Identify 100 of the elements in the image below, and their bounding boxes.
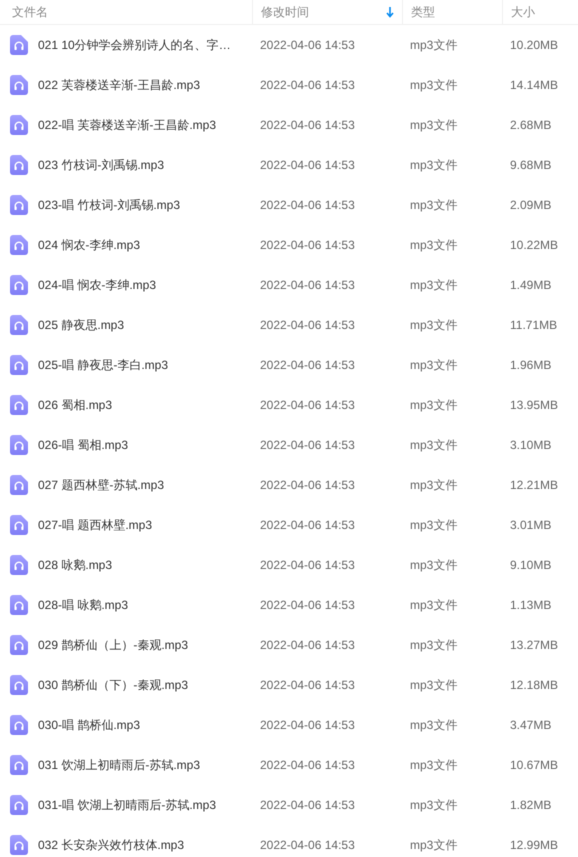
file-type: mp3文件 xyxy=(410,316,458,334)
audio-file-icon xyxy=(10,355,28,375)
file-size: 9.10MB xyxy=(510,558,552,572)
file-name[interactable]: 023 竹枝词-刘禹锡.mp3 xyxy=(38,156,164,174)
modified-time: 2022-04-06 14:53 xyxy=(260,678,355,692)
modified-time: 2022-04-06 14:53 xyxy=(260,438,355,452)
file-type: mp3文件 xyxy=(410,676,458,694)
modified-time: 2022-04-06 14:53 xyxy=(260,38,355,52)
file-type: mp3文件 xyxy=(410,796,458,814)
file-size: 3.47MB xyxy=(510,718,552,732)
modified-time: 2022-04-06 14:53 xyxy=(260,558,355,572)
file-name[interactable]: 026 蜀相.mp3 xyxy=(38,396,112,414)
file-type: mp3文件 xyxy=(410,196,458,214)
file-type: mp3文件 xyxy=(410,116,458,134)
file-type: mp3文件 xyxy=(410,76,458,94)
audio-file-icon xyxy=(10,635,28,655)
modified-time: 2022-04-06 14:53 xyxy=(260,598,355,612)
modified-time: 2022-04-06 14:53 xyxy=(260,838,355,852)
file-type: mp3文件 xyxy=(410,516,458,534)
file-name[interactable]: 025-唱 静夜思-李白.mp3 xyxy=(38,356,168,374)
audio-file-icon xyxy=(10,595,28,615)
file-name[interactable]: 024-唱 悯农-李绅.mp3 xyxy=(38,276,156,294)
modified-time: 2022-04-06 14:53 xyxy=(260,718,355,732)
file-size: 12.18MB xyxy=(510,678,558,692)
audio-file-icon xyxy=(10,275,28,295)
column-header[interactable]: 修改时间 xyxy=(252,0,402,24)
file-name[interactable]: 032 长安杂兴效竹枝体.mp3 xyxy=(38,836,184,854)
file-name[interactable]: 022-唱 芙蓉楼送辛渐-王昌龄.mp3 xyxy=(38,116,216,134)
audio-file-icon xyxy=(10,835,28,855)
file-type: mp3文件 xyxy=(410,636,458,654)
audio-file-icon xyxy=(10,715,28,735)
audio-file-icon xyxy=(10,115,28,135)
modified-time: 2022-04-06 14:53 xyxy=(260,638,355,652)
audio-file-icon xyxy=(10,555,28,575)
audio-file-icon xyxy=(10,795,28,815)
file-type: mp3文件 xyxy=(410,436,458,454)
file-size: 10.67MB xyxy=(510,758,558,772)
file-name[interactable]: 030 鹊桥仙（下）-秦观.mp3 xyxy=(38,676,188,694)
file-size: 12.99MB xyxy=(510,838,558,852)
audio-file-icon xyxy=(10,675,28,695)
audio-file-icon xyxy=(10,515,28,535)
file-name[interactable]: 028-唱 咏鹅.mp3 xyxy=(38,596,128,614)
modified-time: 2022-04-06 14:53 xyxy=(260,318,355,332)
column-header[interactable]: 类型 xyxy=(402,0,502,24)
modified-time: 2022-04-06 14:53 xyxy=(260,278,355,292)
modified-time: 2022-04-06 14:53 xyxy=(260,118,355,132)
file-size: 3.01MB xyxy=(510,518,552,532)
audio-file-icon xyxy=(10,315,28,335)
file-size: 3.10MB xyxy=(510,438,552,452)
audio-file-icon xyxy=(10,35,28,55)
file-type: mp3文件 xyxy=(410,716,458,734)
file-name[interactable]: 029 鹊桥仙（上）-秦观.mp3 xyxy=(38,636,188,654)
audio-file-icon xyxy=(10,75,28,95)
file-name[interactable]: 031-唱 饮湖上初晴雨后-苏轼.mp3 xyxy=(38,796,216,814)
file-name[interactable]: 026-唱 蜀相.mp3 xyxy=(38,436,128,454)
audio-file-icon xyxy=(10,395,28,415)
file-name[interactable]: 031 饮湖上初晴雨后-苏轼.mp3 xyxy=(38,756,200,774)
modified-time: 2022-04-06 14:53 xyxy=(260,158,355,172)
audio-file-icon xyxy=(10,235,28,255)
file-size: 13.27MB xyxy=(510,638,558,652)
file-name[interactable]: 024 悯农-李绅.mp3 xyxy=(38,236,140,254)
file-size: 11.71MB xyxy=(510,318,558,332)
file-type: mp3文件 xyxy=(410,236,458,254)
audio-file-icon xyxy=(10,195,28,215)
audio-file-icon xyxy=(10,755,28,775)
file-name[interactable]: 022 芙蓉楼送辛渐-王昌龄.mp3 xyxy=(38,76,200,94)
file-name[interactable]: 030-唱 鹊桥仙.mp3 xyxy=(38,716,140,734)
file-type: mp3文件 xyxy=(410,836,458,854)
modified-time: 2022-04-06 14:53 xyxy=(260,358,355,372)
file-size: 10.22MB xyxy=(510,238,558,252)
file-size: 13.95MB xyxy=(510,398,558,412)
column-header[interactable]: 文件名 xyxy=(0,0,252,24)
file-size: 10.20MB xyxy=(510,38,558,52)
file-size: 2.68MB xyxy=(510,118,552,132)
file-type: mp3文件 xyxy=(410,156,458,174)
file-type: mp3文件 xyxy=(410,276,458,294)
file-name[interactable]: 027-唱 题西林壁.mp3 xyxy=(38,516,152,534)
file-size: 14.14MB xyxy=(510,78,558,92)
modified-time: 2022-04-06 14:53 xyxy=(260,198,355,212)
modified-time: 2022-04-06 14:53 xyxy=(260,78,355,92)
file-name[interactable]: 021 10分钟学会辨别诗人的名、字… xyxy=(38,36,231,54)
file-name[interactable]: 025 静夜思.mp3 xyxy=(38,316,124,334)
file-type: mp3文件 xyxy=(410,36,458,54)
file-size: 1.49MB xyxy=(510,278,552,292)
file-type: mp3文件 xyxy=(410,756,458,774)
audio-file-icon xyxy=(10,155,28,175)
column-header[interactable]: 大小 xyxy=(502,0,578,24)
file-name[interactable]: 027 题西林壁-苏轼.mp3 xyxy=(38,476,164,494)
file-name[interactable]: 028 咏鹅.mp3 xyxy=(38,556,112,574)
file-type: mp3文件 xyxy=(410,596,458,614)
file-size: 2.09MB xyxy=(510,198,552,212)
modified-time: 2022-04-06 14:53 xyxy=(260,238,355,252)
modified-time: 2022-04-06 14:53 xyxy=(260,798,355,812)
file-size: 12.21MB xyxy=(510,478,558,492)
modified-time: 2022-04-06 14:53 xyxy=(260,398,355,412)
file-size: 1.96MB xyxy=(510,358,552,372)
modified-time: 2022-04-06 14:53 xyxy=(260,758,355,772)
file-name[interactable]: 023-唱 竹枝词-刘禹锡.mp3 xyxy=(38,196,180,214)
file-type: mp3文件 xyxy=(410,556,458,574)
modified-time: 2022-04-06 14:53 xyxy=(260,478,355,492)
